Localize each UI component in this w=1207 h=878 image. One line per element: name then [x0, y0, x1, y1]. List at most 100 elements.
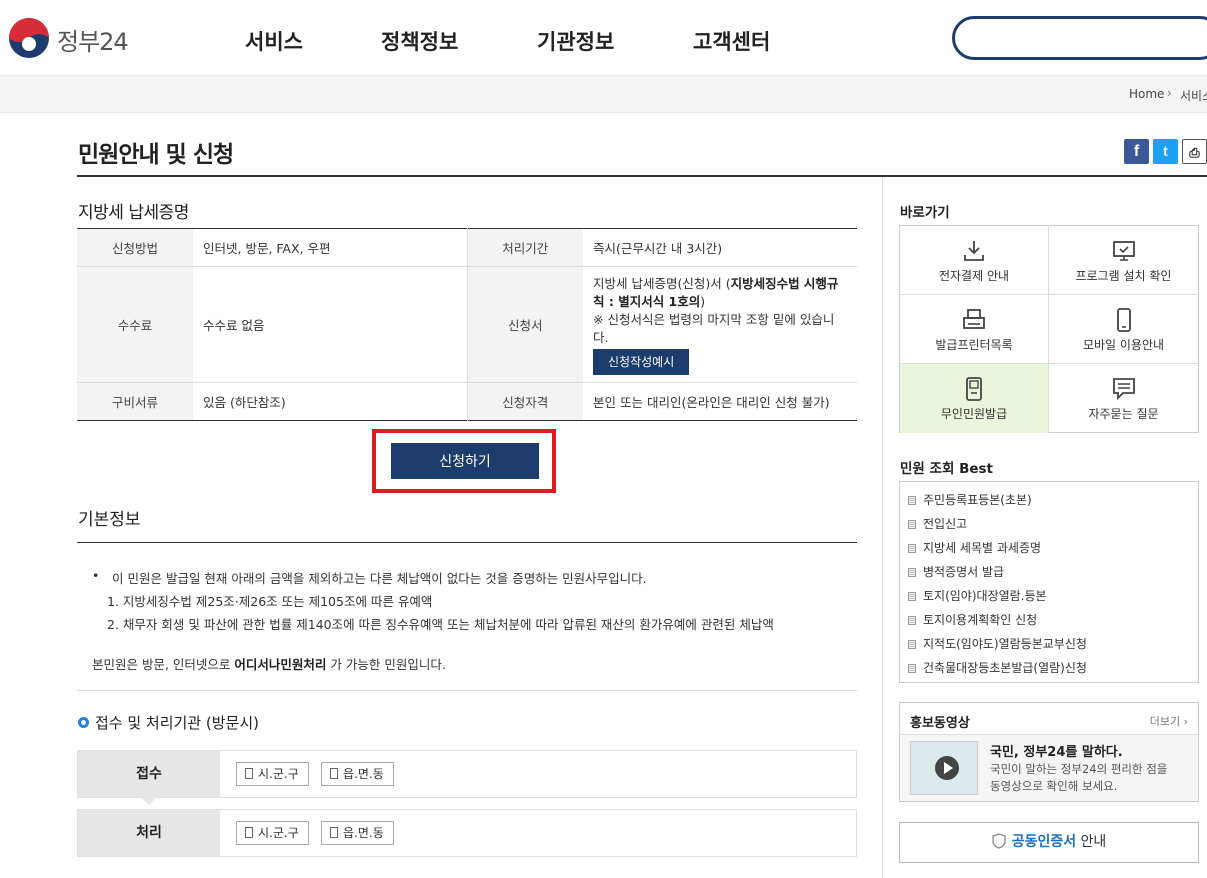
basic-desc: 이 민원은 발급일 현재 아래의 금액을 제외하고는 다른 체납액이 없다는 것… [112, 571, 647, 586]
search-input[interactable] [952, 16, 1207, 60]
quick-links-title: 바로가기 [900, 205, 950, 221]
best-item[interactable]: 병적증명서 발급 [908, 563, 1004, 580]
service-title: 지방세 납세증명 [78, 203, 189, 223]
print-icon[interactable]: ⎙ [1182, 139, 1207, 164]
best-item-label: 건축물대장등초본발급(열람)신청 [923, 661, 1087, 675]
form-example-button[interactable]: 신청작성예시 [593, 348, 690, 375]
nav-customer-center[interactable]: 고객센터 [693, 26, 770, 56]
building-icon [245, 768, 253, 779]
certificate-label: 공동인증서 [1011, 834, 1077, 850]
basic-item-2: 2. 채무자 회생 및 파산에 관한 법률 제140조에 따른 징수유예액 또는… [107, 617, 774, 632]
quick-mobile-guide[interactable]: 모바일 이용안내 [1049, 295, 1198, 364]
document-icon [908, 520, 916, 529]
breadcrumb-current[interactable]: 서비스 [1180, 87, 1207, 104]
best-title: 민원 조회 Best [900, 461, 994, 477]
quick-program-check[interactable]: 프로그램 설치 확인 [1049, 226, 1198, 295]
quick-label: 모바일 이용안내 [1082, 338, 1165, 352]
best-item-label: 주민등록표등본(초본) [923, 493, 1032, 507]
quick-links: 전자결제 안내 프로그램 설치 확인 발급프린터목록 모바일 이용안내 무인민원… [899, 225, 1199, 433]
quick-e-payment[interactable]: 전자결제 안내 [900, 226, 1049, 295]
quick-label: 발급프린터목록 [935, 338, 1013, 352]
kiosk-icon [966, 377, 982, 401]
chip-label: 시.군.구 [258, 767, 299, 781]
video-thumbnail[interactable] [910, 741, 978, 795]
nav-services[interactable]: 서비스 [245, 26, 303, 56]
shield-icon [992, 833, 1006, 849]
quick-label: 무인민원발급 [940, 407, 1008, 421]
best-item[interactable]: 지적도(임야도)열람등본교부신청 [908, 635, 1087, 652]
best-item-label: 토지(임야)대장열람.등본 [923, 589, 1047, 603]
nav-policy[interactable]: 정책정보 [381, 26, 458, 56]
basic-info-divider [77, 542, 857, 543]
best-item[interactable]: 전입신고 [908, 515, 967, 532]
promo-title: 홍보동영상 [910, 716, 970, 731]
period-label: 처리기간 [466, 228, 583, 267]
method-value: 인터넷, 방문, FAX, 우편 [193, 228, 467, 267]
form-label: 신청서 [466, 266, 583, 383]
best-item-label: 토지이용계획확인 신청 [923, 613, 1038, 627]
best-item-label: 지적도(임야도)열람등본교부신청 [923, 637, 1087, 651]
agency-title: 접수 및 처리기관 (방문시) [78, 712, 259, 733]
printer-icon [963, 309, 985, 329]
mobile-icon [1116, 308, 1131, 332]
building-icon [330, 827, 338, 838]
breadcrumb: Home › 서비스 [0, 76, 1207, 113]
agency-receive-row: 접수 시.군.구 읍.면.동 [77, 750, 857, 798]
logo-text[interactable]: 정부24 [57, 22, 129, 57]
document-icon [908, 592, 916, 601]
title-divider [77, 175, 1207, 177]
document-icon [908, 568, 916, 577]
promo-more-link[interactable]: 더보기 › [1150, 713, 1188, 729]
service-info-table: 신청방법 인터넷, 방문, FAX, 우편 처리기간 즉시(근무시간 내 3시간… [77, 228, 857, 421]
best-item[interactable]: 건축물대장등초본발급(열람)신청 [908, 659, 1087, 676]
quick-kiosk[interactable]: 무인민원발급 [900, 364, 1049, 433]
best-item[interactable]: 토지이용계획확인 신청 [908, 611, 1037, 628]
agency-title-text: 접수 및 처리기관 (방문시) [95, 714, 260, 732]
play-icon[interactable] [935, 756, 959, 780]
building-icon [245, 827, 253, 838]
best-item[interactable]: 토지(임야)대장열람.등본 [908, 587, 1047, 604]
process-label: 처리 [78, 810, 220, 856]
receive-label: 접수 [78, 751, 220, 797]
promo-desc-2: 동영상으로 확인해 보세요. [990, 779, 1118, 793]
fee-value: 수수료 없음 [193, 266, 467, 383]
receive-chip-eupmyeondong[interactable]: 읍.면.동 [321, 762, 394, 786]
best-item-label: 전입신고 [923, 517, 968, 531]
form-value: 지방세 납세증명(신청)서 (지방세징수법 시행규칙 : 별지서식 1호의) ※… [583, 266, 857, 383]
facebook-icon[interactable]: f [1124, 139, 1149, 164]
certificate-rest: 안내 [1076, 834, 1107, 850]
promo-desc-1: 국민이 말하는 정부24의 편리한 점을 [990, 762, 1168, 776]
certificate-guide-button[interactable]: 공동인증서 안내 [899, 822, 1199, 863]
form-text-1: 지방세 납세증명(신청)서 ( [593, 275, 731, 291]
quick-printer-list[interactable]: 발급프린터목록 [900, 295, 1049, 364]
basic-note-2: 가 가능한 민원입니다. [326, 657, 446, 672]
chevron-right-icon: › [1167, 86, 1172, 100]
apply-button[interactable]: 신청하기 [391, 443, 539, 479]
circle-bullet-icon [78, 717, 89, 728]
best-list: 주민등록표등본(초본) 전입신고 지방세 세목별 과세증명 병적증명서 발급 토… [899, 481, 1199, 683]
form-note: ※ 신청서식은 법령의 마지막 조항 밑에 있습니다. [593, 311, 835, 345]
quick-faq[interactable]: 자주묻는 질문 [1049, 364, 1198, 433]
process-chip-eupmyeondong[interactable]: 읍.면.동 [321, 821, 394, 845]
fee-label: 수수료 [77, 266, 193, 383]
best-item-label: 병적증명서 발급 [923, 565, 1005, 579]
breadcrumb-home[interactable]: Home [1129, 87, 1164, 101]
twitter-icon[interactable]: t [1153, 139, 1178, 164]
quick-label: 프로그램 설치 확인 [1075, 269, 1172, 283]
agency-process-row: 처리 시.군.구 읍.면.동 [77, 809, 857, 857]
method-label: 신청방법 [77, 228, 193, 267]
basic-item-1: 1. 지방세징수법 제25조·제26조 또는 제105조에 따른 유예액 [107, 594, 433, 609]
nav-agency[interactable]: 기관정보 [537, 26, 614, 56]
receive-chip-sigungu[interactable]: 시.군.구 [236, 762, 309, 786]
best-item[interactable]: 주민등록표등본(초본) [908, 491, 1032, 508]
best-item[interactable]: 지방세 세목별 과세증명 [908, 539, 1041, 556]
form-text-2: ) [700, 293, 706, 309]
chip-label: 읍.면.동 [343, 767, 384, 781]
quick-label: 전자결제 안내 [938, 269, 1010, 283]
government-logo-icon[interactable] [8, 17, 50, 59]
docs-label: 구비서류 [77, 382, 193, 421]
building-icon [330, 768, 338, 779]
process-chip-sigungu[interactable]: 시.군.구 [236, 821, 309, 845]
promo-header: 홍보동영상 더보기 › [900, 703, 1198, 735]
promo-heading[interactable]: 국민, 정부24를 말하다. [990, 741, 1123, 760]
